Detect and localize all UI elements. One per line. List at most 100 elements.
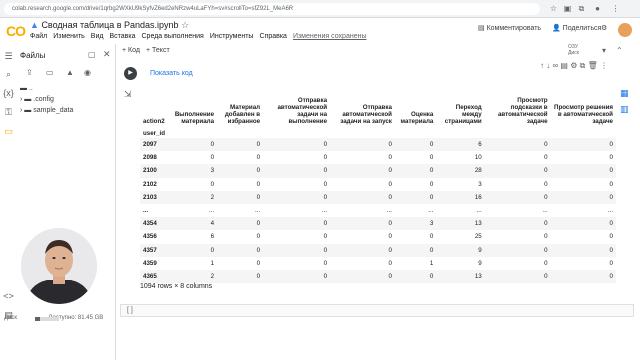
table-row: 4354 4 0 0 0 3 13 0 0 <box>140 217 616 231</box>
row-index: 2097 <box>140 138 169 152</box>
move-up-icon[interactable]: ↑ <box>540 61 544 70</box>
table-cell: 0 <box>484 164 551 178</box>
move-down-icon[interactable]: ↓ <box>546 61 550 70</box>
menu-item[interactable]: Вид <box>91 33 104 40</box>
delete-icon[interactable]: 🗑 <box>588 61 598 70</box>
resource-monitor[interactable]: ОЗУ Диск <box>568 44 579 56</box>
tab-icon[interactable]: ⧉ <box>576 3 587 14</box>
table-cell: 6 <box>436 138 485 152</box>
file-item[interactable]: › ▬ sample_data <box>20 107 73 114</box>
close-icon[interactable]: ✕ <box>103 49 111 60</box>
star-icon[interactable]: ☆ <box>181 20 189 30</box>
run-cell-button[interactable]: ▶ <box>124 67 137 80</box>
row-index: 4354 <box>140 217 169 231</box>
file-item[interactable]: ▬ .. <box>20 85 33 92</box>
column-header: Просмотр решения в автоматической задаче <box>554 104 613 125</box>
save-status-link[interactable]: Изменения сохранены <box>293 33 367 40</box>
runtime-dropdown-icon[interactable]: ▾ <box>602 46 606 55</box>
table-row: 2097 0 0 0 0 0 6 0 0 <box>140 138 616 152</box>
url-field[interactable]: colab.research.google.com/drive/1qrbg2WX… <box>4 3 540 15</box>
notebook-title-row: ▲ Сводная таблица в Pandas.ipynb ☆ <box>30 20 189 31</box>
dataframe-shape: 1094 rows × 8 columns <box>140 283 213 290</box>
menu-icon[interactable]: ☰ <box>3 51 14 62</box>
settings-icon[interactable]: ⚙ <box>570 61 577 70</box>
blank-header <box>551 126 616 138</box>
table-cell: 0 <box>217 217 264 231</box>
profile-icon[interactable]: ● <box>592 3 603 14</box>
settings-gear-icon[interactable]: ⚙ <box>601 24 607 32</box>
bookmark-icon[interactable]: ☆ <box>548 3 559 14</box>
code-snippets-icon[interactable]: <> <box>3 291 14 302</box>
table-cell: 0 <box>429 233 434 241</box>
colab-logo[interactable]: CO <box>6 23 26 39</box>
extensions-icon[interactable]: ▣ <box>562 3 573 14</box>
link-icon[interactable]: ∞ <box>552 61 558 70</box>
show-hidden-eye-icon[interactable]: ◉ <box>84 68 91 77</box>
new-folder-icon[interactable]: ▭ <box>46 68 54 77</box>
table-cell: 0 <box>330 243 395 257</box>
notebook-title[interactable]: Сводная таблица в Pandas.ipynb <box>41 20 178 30</box>
disk-status-label: Диск <box>4 315 18 321</box>
add-text-button[interactable]: + Текст <box>146 47 170 54</box>
show-code-link[interactable]: Показать код <box>150 70 193 77</box>
table-cell: 0 <box>394 164 437 178</box>
folder-icon: ▬ <box>20 85 27 92</box>
comment-icon[interactable]: ▤ <box>560 61 568 70</box>
column-header: Выполнение материала <box>174 111 215 125</box>
chart-suggestion-icon[interactable]: ▥ <box>620 104 629 115</box>
files-folder-icon[interactable]: ▭ <box>3 126 14 137</box>
file-item-label: .config <box>33 96 54 103</box>
menu-item[interactable]: Инструменты <box>210 33 254 40</box>
browser-menu-icon[interactable]: ⋮ <box>610 3 621 14</box>
index-name-row: user_id <box>140 126 616 138</box>
comments-button[interactable]: ▤ Комментировать <box>478 24 541 32</box>
table-cell: ... <box>428 207 434 215</box>
cell-toolbar: ↑ ↓ ∞ ▤ ⚙ ⧉ 🗑 ⋮ <box>540 61 608 71</box>
table-row: 2103 2 0 0 0 0 16 0 0 <box>140 190 616 204</box>
more-icon[interactable]: ⋮ <box>600 61 608 70</box>
variables-icon[interactable]: {x} <box>3 88 14 99</box>
empty-code-cell[interactable]: [ ] <box>120 304 634 317</box>
table-cell: 0 <box>550 269 616 284</box>
blank-header <box>168 126 217 138</box>
table-cell: 0 <box>544 154 548 162</box>
table-cell: 0 <box>217 269 264 284</box>
secrets-key-icon[interactable]: ⚿ <box>3 107 14 118</box>
table-cell: 0 <box>484 217 551 231</box>
upload-icon[interactable]: ⇪ <box>26 68 33 77</box>
columns-name-header: action2 <box>143 118 165 125</box>
search-icon[interactable]: ⌕ <box>3 69 14 80</box>
table-cell: 0 <box>388 154 392 162</box>
menu-item[interactable]: Справка <box>259 33 286 40</box>
row-index: 2100 <box>140 164 169 178</box>
table-cell: 0 <box>330 138 395 152</box>
table-cell: 13 <box>436 217 485 231</box>
table-row: 2098 0 0 0 0 0 10 0 0 <box>140 151 616 164</box>
table-cell: 2 <box>168 190 218 204</box>
new-window-icon[interactable]: ▢ <box>88 50 96 59</box>
row-index: 4359 <box>143 259 157 267</box>
table-row: 4359 1 0 0 0 1 9 0 0 <box>140 257 616 270</box>
row-index: 4365 <box>140 269 169 284</box>
table-cell: 9 <box>478 259 482 267</box>
mount-drive-icon[interactable]: ▲ <box>66 68 74 77</box>
table-cell: 0 <box>388 180 392 188</box>
row-index: 4357 <box>140 243 169 257</box>
pivot-table: action2 Выполнение материала Материал доб… <box>140 88 616 284</box>
column-header: Оценка материала <box>400 111 434 125</box>
table-view-icon[interactable]: ▦ <box>620 88 629 99</box>
user-avatar[interactable] <box>618 23 632 37</box>
mirror-icon[interactable]: ⧉ <box>580 61 586 70</box>
add-code-button[interactable]: + Код <box>122 47 140 54</box>
menu-item[interactable]: Изменить <box>53 33 85 40</box>
chevron-right-icon: › <box>20 107 23 114</box>
output-icon[interactable]: ⇲ <box>124 89 132 100</box>
menu-item[interactable]: Среда выполнения <box>142 33 204 40</box>
share-button[interactable]: 👤 Поделиться <box>552 24 601 32</box>
file-item[interactable]: › ▬ .config <box>20 96 54 103</box>
collapse-icon[interactable]: ⌃ <box>616 46 623 55</box>
row-index: 4356 <box>143 233 157 241</box>
menu-item[interactable]: Файл <box>30 33 47 40</box>
table-cell: 0 <box>168 243 218 257</box>
menu-item[interactable]: Вставка <box>109 33 135 40</box>
